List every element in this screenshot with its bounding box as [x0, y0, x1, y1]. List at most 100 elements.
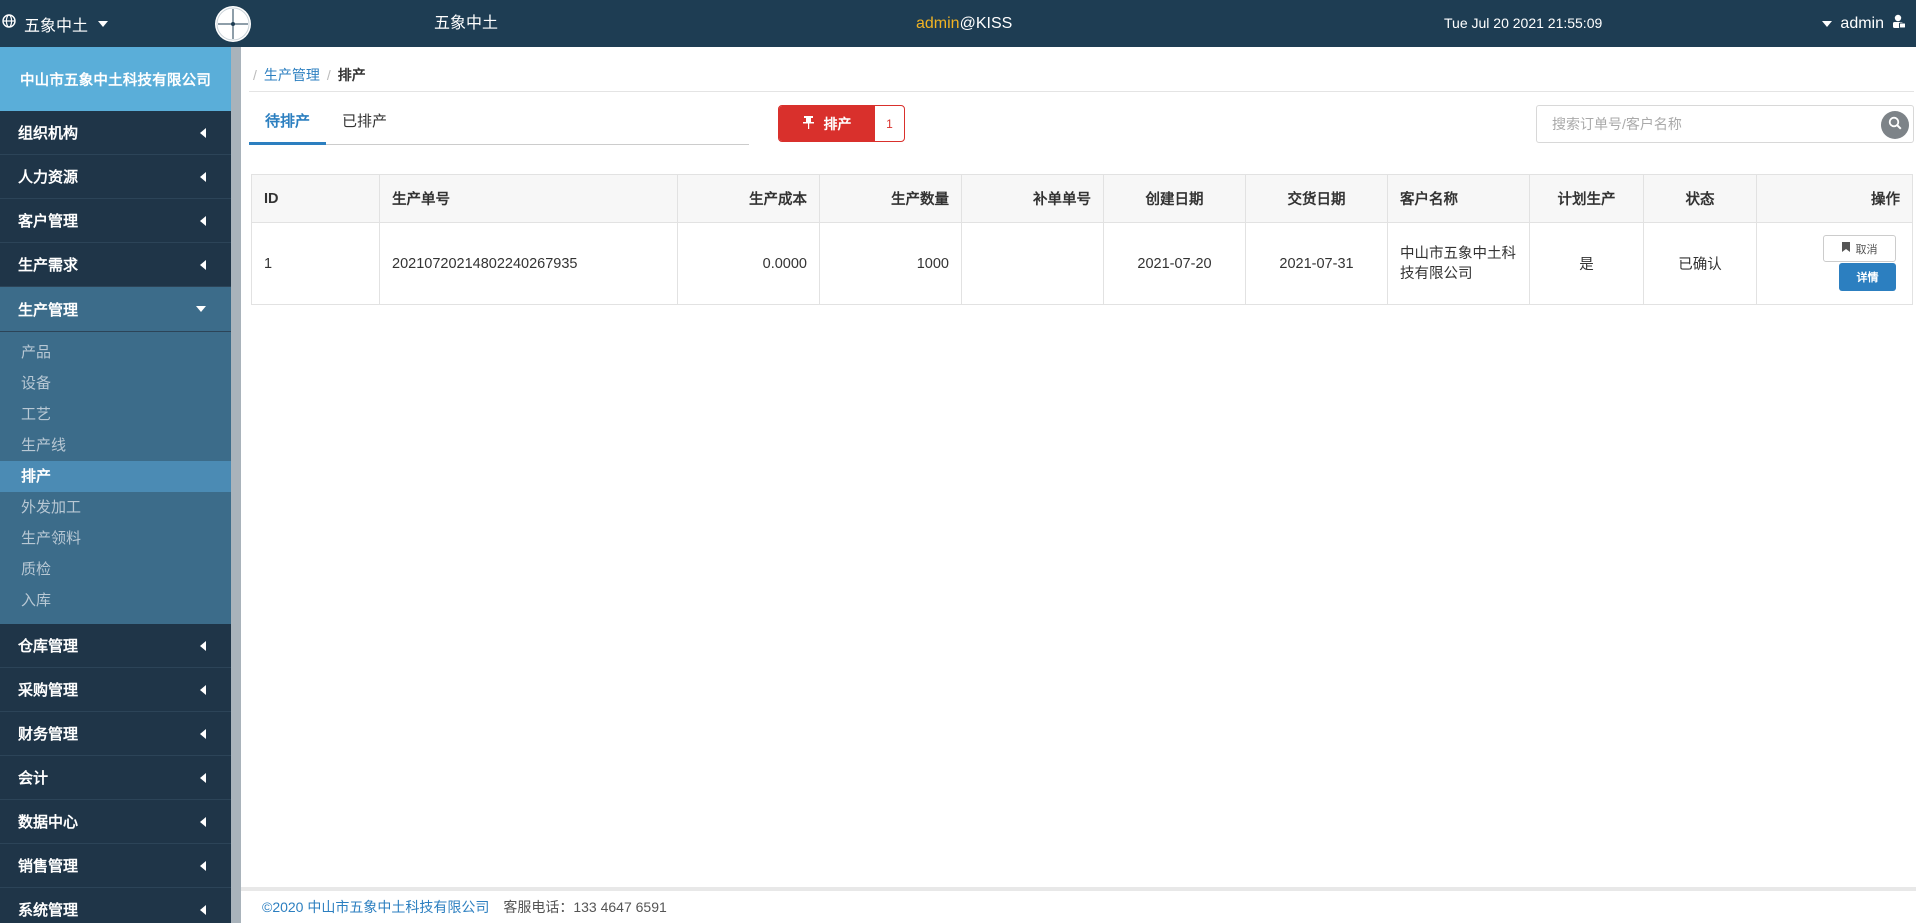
company-name: 中山市五象中土科技有限公司 [0, 47, 231, 111]
main-content: / 生产管理 / 排产 待排产 已排产 排产 1 ID 生产单号 [241, 47, 1916, 923]
col-cost: 生产成本 [677, 174, 820, 223]
menu-finance[interactable]: 财务管理 [0, 712, 231, 756]
sidebar: 中山市五象中土科技有限公司 组织机构 人力资源 客户管理 生产需求 生产管理 产… [0, 47, 231, 923]
user-lock-icon [1892, 14, 1906, 34]
cell-actions: 取消 详情 [1756, 222, 1913, 305]
caret-down-icon [196, 306, 206, 312]
sidebar-item-outsource[interactable]: 外发加工 [0, 492, 231, 523]
menu-label: 财务管理 [18, 726, 79, 743]
cell-status: 已确认 [1643, 222, 1757, 305]
sidebar-item-qc[interactable]: 质检 [0, 554, 231, 585]
tab-bar: 待排产 已排产 [249, 103, 749, 145]
col-status: 状态 [1643, 174, 1757, 223]
app-name: 五象中土 [434, 15, 499, 32]
breadcrumb-separator: / [326, 67, 331, 83]
breadcrumb: / 生产管理 / 排产 [253, 65, 366, 85]
sidebar-item-schedule[interactable]: 排产 [0, 461, 231, 492]
cell-order-no: 20210720214802240267935 [379, 222, 678, 305]
search-button[interactable] [1881, 111, 1909, 139]
breadcrumb-parent[interactable]: 生产管理 [264, 65, 320, 85]
caret-down-icon [1822, 20, 1833, 27]
tab-pending[interactable]: 待排产 [249, 103, 327, 145]
sidebar-item-equipment[interactable]: 设备 [0, 368, 231, 399]
sidebar-item-line[interactable]: 生产线 [0, 430, 231, 461]
search-icon [1888, 116, 1902, 134]
top-bar: 五象中土 五象中土 admin@KISS Tue Jul 20 2021 21:… [0, 0, 1916, 47]
menu-production[interactable]: 生产管理 [0, 287, 231, 332]
account-menu[interactable]: admin [1822, 0, 1906, 47]
service-phone: 客服电话：133 4647 6591 [503, 899, 667, 915]
sidebar-item-process[interactable]: 工艺 [0, 399, 231, 430]
compass-logo [215, 6, 251, 42]
menu-warehouse[interactable]: 仓库管理 [0, 624, 231, 668]
menu-label: 客户管理 [18, 213, 79, 230]
menu-label: 生产管理 [18, 301, 79, 319]
caret-left-icon [200, 904, 206, 915]
user-host: admin@KISS [916, 0, 1012, 47]
table-row: 1 20210720214802240267935 0.0000 1000 20… [251, 222, 1913, 305]
schedule-button-main: 排产 [779, 106, 875, 141]
sidebar-scrollbar[interactable] [231, 47, 241, 923]
bookmark-icon [1841, 242, 1850, 255]
cancel-label: 取消 [1855, 243, 1878, 256]
schedule-button[interactable]: 排产 1 [778, 105, 905, 142]
footer: ©2020 中山市五象中土科技有限公司 客服电话：133 4647 6591 [241, 887, 1916, 923]
menu-sales[interactable]: 销售管理 [0, 844, 231, 888]
menu-label: 人力资源 [18, 169, 79, 186]
col-customer: 客户名称 [1387, 174, 1530, 223]
breadcrumb-separator: / [253, 67, 257, 83]
caret-left-icon [200, 772, 206, 783]
cell-planned: 是 [1529, 222, 1644, 305]
breadcrumb-current: 排产 [337, 67, 366, 83]
detail-button[interactable]: 详情 [1839, 263, 1896, 291]
sidebar-item-stockin[interactable]: 入库 [0, 585, 231, 616]
account-name: admin [1840, 14, 1884, 32]
caret-left-icon [200, 215, 206, 226]
clock: Tue Jul 20 2021 21:55:09 [1444, 15, 1603, 31]
menu-system[interactable]: 系统管理 [0, 888, 231, 923]
caret-left-icon [200, 127, 206, 138]
cell-supplement-no [961, 222, 1104, 305]
caret-left-icon [200, 640, 206, 651]
search-box [1536, 105, 1914, 143]
caret-left-icon [200, 259, 206, 270]
menu-label: 仓库管理 [18, 638, 79, 655]
col-created: 创建日期 [1103, 174, 1246, 223]
menu-data[interactable]: 数据中心 [0, 800, 231, 844]
menu-label: 数据中心 [18, 814, 79, 831]
cancel-button[interactable]: 取消 [1823, 235, 1896, 262]
org-switcher[interactable]: 五象中土 [0, 0, 109, 47]
col-actions: 操作 [1756, 174, 1913, 223]
org-switcher-label: 五象中土 [24, 17, 89, 35]
tab-scheduled[interactable]: 已排产 [326, 103, 403, 145]
menu-accounting[interactable]: 会计 [0, 756, 231, 800]
caret-down-icon [98, 20, 109, 27]
schedule-table: ID 生产单号 生产成本 生产数量 补单单号 创建日期 交货日期 客户名称 计划… [251, 174, 1913, 305]
cell-quantity: 1000 [819, 222, 962, 305]
sidebar-item-material[interactable]: 生产领料 [0, 523, 231, 554]
menu-demand[interactable]: 生产需求 [0, 243, 231, 287]
globe-icon [2, 14, 16, 33]
col-planned: 计划生产 [1529, 174, 1644, 223]
cell-customer: 中山市五象中土科技有限公司 [1387, 222, 1530, 305]
col-order-no: 生产单号 [379, 174, 678, 223]
menu-purchase[interactable]: 采购管理 [0, 668, 231, 712]
col-delivery: 交货日期 [1245, 174, 1388, 223]
production-submenu: 产品 设备 工艺 生产线 排产 外发加工 生产领料 质检 入库 [0, 332, 231, 624]
menu-label: 采购管理 [18, 682, 79, 699]
search-input[interactable] [1537, 106, 1867, 142]
menu-label: 会计 [18, 770, 49, 787]
menu-org[interactable]: 组织机构 [0, 111, 231, 155]
menu-customer[interactable]: 客户管理 [0, 199, 231, 243]
menu-label: 生产需求 [18, 257, 79, 274]
cell-created: 2021-07-20 [1103, 222, 1246, 305]
caret-left-icon [200, 816, 206, 827]
cell-cost: 0.0000 [677, 222, 820, 305]
schedule-count-badge: 1 [886, 116, 893, 131]
menu-hr[interactable]: 人力资源 [0, 155, 231, 199]
copyright-link[interactable]: ©2020 中山市五象中土科技有限公司 [262, 897, 489, 917]
sidebar-item-product[interactable]: 产品 [0, 337, 231, 368]
menu-label: 销售管理 [18, 858, 79, 875]
user-name: admin [916, 15, 960, 32]
cell-delivery: 2021-07-31 [1245, 222, 1388, 305]
